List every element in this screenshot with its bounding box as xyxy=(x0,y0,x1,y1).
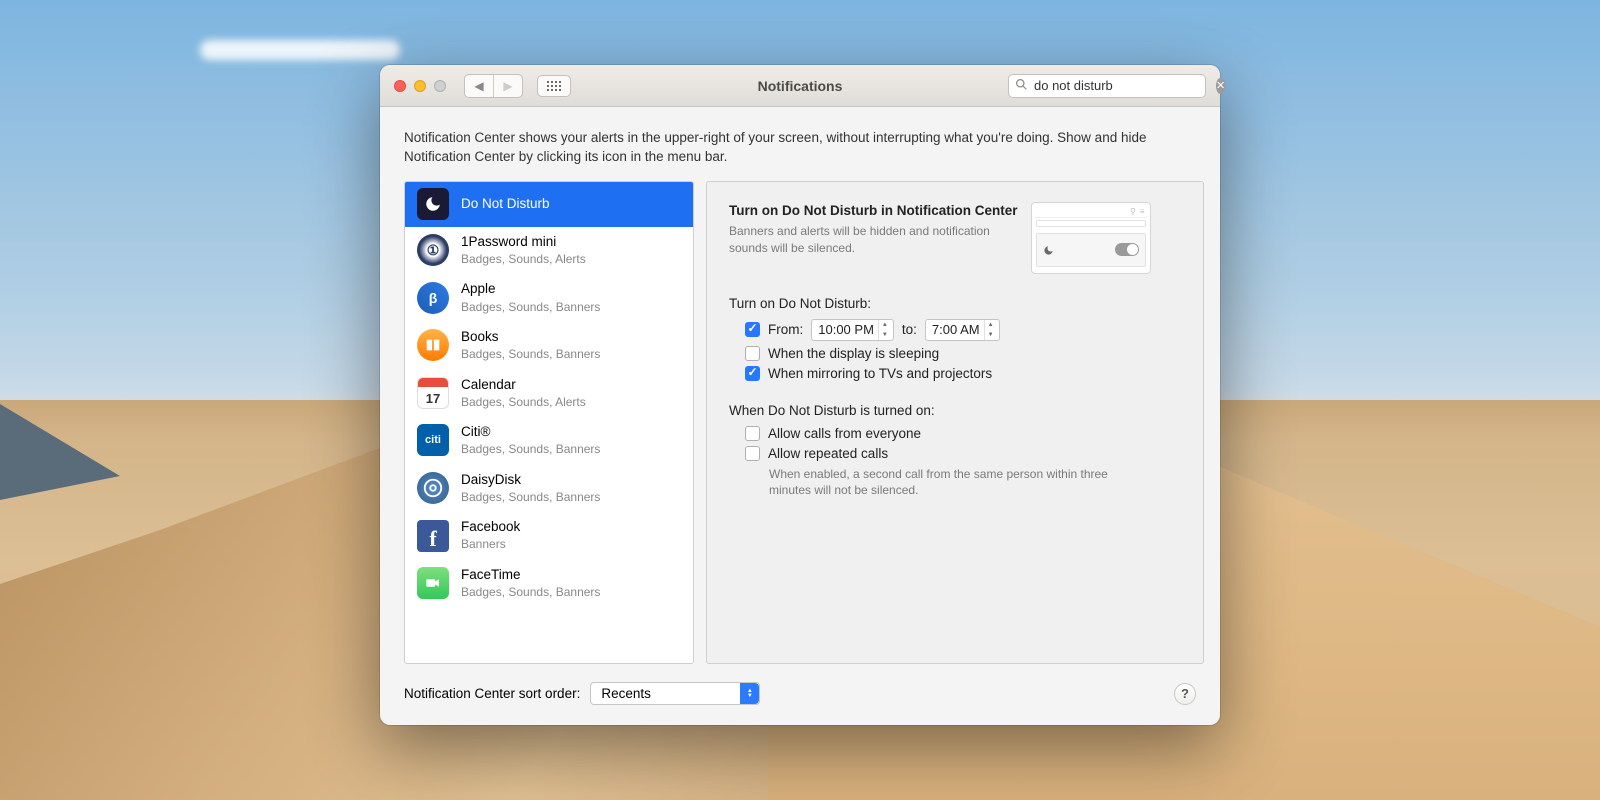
daisydisk-icon xyxy=(417,472,449,504)
detail-title: Turn on Do Not Disturb in Notification C… xyxy=(729,202,1017,220)
detail-subtitle: Banners and alerts will be hidden and no… xyxy=(729,223,1009,255)
sidebar-item-label: Books xyxy=(461,329,600,345)
sidebar-item-1password[interactable]: ① 1Password mini Badges, Sounds, Alerts xyxy=(405,227,693,275)
sidebar-item-sub: Badges, Sounds, Banners xyxy=(461,347,600,361)
section-turn-on: Turn on Do Not Disturb: xyxy=(729,296,1181,311)
dnd-preview-toggle xyxy=(1115,243,1139,256)
checkbox-schedule[interactable] xyxy=(745,322,760,337)
checkbox-display-sleeping[interactable] xyxy=(745,346,760,361)
grid-icon xyxy=(547,81,561,91)
list-mini-icon: ≡ xyxy=(1140,207,1145,216)
checkbox-allow-everyone[interactable] xyxy=(745,426,760,441)
sidebar-item-sub: Banners xyxy=(461,537,520,551)
checkbox-allow-repeated[interactable] xyxy=(745,446,760,461)
close-button[interactable] xyxy=(394,80,406,92)
sidebar-item-sub: Badges, Sounds, Alerts xyxy=(461,252,586,266)
sidebar-item-label: DaisyDisk xyxy=(461,472,600,488)
show-all-button[interactable] xyxy=(537,75,571,97)
select-arrows-icon: ▲▼ xyxy=(740,683,759,704)
magnify-mini-icon: ⚲ xyxy=(1130,207,1136,216)
content-area: Do Not Disturb ① 1Password mini Badges, S… xyxy=(380,181,1220,668)
search-icon xyxy=(1015,78,1028,94)
window-controls xyxy=(394,80,446,92)
sidebar-item-label: FaceTime xyxy=(461,567,600,583)
search-input[interactable] xyxy=(1034,78,1210,93)
sidebar-item-books[interactable]: Books Badges, Sounds, Banners xyxy=(405,322,693,370)
facebook-icon: f xyxy=(417,520,449,552)
from-label: From: xyxy=(768,322,803,337)
section-when-on: When Do Not Disturb is turned on: xyxy=(729,403,1181,418)
apple-beta-icon: β xyxy=(417,282,449,314)
to-label: to: xyxy=(902,322,917,337)
detail-panel: Turn on Do Not Disturb in Notification C… xyxy=(706,181,1204,664)
sidebar-item-label: Citi® xyxy=(461,424,600,440)
pane-description: Notification Center shows your alerts in… xyxy=(380,107,1220,181)
forward-button: ▶ xyxy=(494,75,522,97)
search-field[interactable]: ✕ xyxy=(1008,74,1206,98)
zoom-button xyxy=(434,80,446,92)
1password-icon: ① xyxy=(417,234,449,266)
sidebar-item-sub: Badges, Sounds, Banners xyxy=(461,490,600,504)
sidebar-item-citi[interactable]: citi Citi® Badges, Sounds, Banners xyxy=(405,417,693,465)
footer: Notification Center sort order: Recents … xyxy=(380,668,1220,725)
option-everyone-row: Allow calls from everyone xyxy=(745,426,1181,441)
option-schedule-row: From: 10:00 PM ▲▼ to: 7:00 AM ▲▼ xyxy=(745,319,1181,341)
sidebar-item-calendar[interactable]: 17 Calendar Badges, Sounds, Alerts xyxy=(405,370,693,418)
books-icon xyxy=(417,329,449,361)
facetime-icon xyxy=(417,567,449,599)
option-mirroring-row: When mirroring to TVs and projectors xyxy=(745,366,1181,381)
detail-header: Turn on Do Not Disturb in Notification C… xyxy=(729,202,1181,274)
sidebar-item-label: Calendar xyxy=(461,377,586,393)
sort-order-value: Recents xyxy=(601,686,651,701)
option-repeated-row: Allow repeated calls xyxy=(745,446,1181,461)
app-list[interactable]: Do Not Disturb ① 1Password mini Badges, S… xyxy=(404,181,694,664)
titlebar: ◀ ▶ Notifications ✕ xyxy=(380,65,1220,107)
moon-icon xyxy=(417,188,449,220)
sidebar-item-sub: Badges, Sounds, Banners xyxy=(461,585,600,599)
checkbox-mirroring[interactable] xyxy=(745,366,760,381)
sort-order-label: Notification Center sort order: xyxy=(404,686,580,701)
clear-search-button[interactable]: ✕ xyxy=(1216,78,1225,94)
from-time-field[interactable]: 10:00 PM ▲▼ xyxy=(811,319,894,341)
nav-back-forward: ◀ ▶ xyxy=(464,74,523,98)
window-title: Notifications xyxy=(758,78,843,94)
sidebar-item-label: Apple xyxy=(461,281,600,297)
sidebar-item-do-not-disturb[interactable]: Do Not Disturb xyxy=(405,182,693,227)
option-sleeping-label: When the display is sleeping xyxy=(768,346,939,361)
from-stepper[interactable]: ▲▼ xyxy=(878,320,891,340)
preferences-window: ◀ ▶ Notifications ✕ Notification Center … xyxy=(380,65,1220,725)
sidebar-item-label: 1Password mini xyxy=(461,234,586,250)
desktop-background-hill xyxy=(0,380,120,500)
sidebar-item-facetime[interactable]: FaceTime Badges, Sounds, Banners xyxy=(405,560,693,608)
sidebar-item-facebook[interactable]: f Facebook Banners xyxy=(405,512,693,560)
to-stepper[interactable]: ▲▼ xyxy=(984,320,997,340)
sidebar-item-sub: Badges, Sounds, Banners xyxy=(461,442,600,456)
sort-order-select[interactable]: Recents ▲▼ xyxy=(590,682,760,705)
option-repeated-label: Allow repeated calls xyxy=(768,446,888,461)
dnd-preview: ⚲≡ xyxy=(1031,202,1151,274)
help-button[interactable]: ? xyxy=(1174,683,1196,705)
to-time-value: 7:00 AM xyxy=(932,322,980,337)
from-time-value: 10:00 PM xyxy=(818,322,874,337)
citi-icon: citi xyxy=(417,424,449,456)
sidebar-item-sub: Badges, Sounds, Alerts xyxy=(461,395,586,409)
cloud-decoration xyxy=(200,40,400,60)
option-mirroring-label: When mirroring to TVs and projectors xyxy=(768,366,992,381)
sidebar-item-apple[interactable]: β Apple Badges, Sounds, Banners xyxy=(405,274,693,322)
sidebar-item-label: Facebook xyxy=(461,519,520,535)
option-everyone-label: Allow calls from everyone xyxy=(768,426,921,441)
repeated-hint: When enabled, a second call from the sam… xyxy=(769,466,1149,498)
moon-mini-icon xyxy=(1043,244,1054,255)
sidebar-item-sub: Badges, Sounds, Banners xyxy=(461,300,600,314)
option-sleeping-row: When the display is sleeping xyxy=(745,346,1181,361)
sidebar-item-daisydisk[interactable]: DaisyDisk Badges, Sounds, Banners xyxy=(405,465,693,513)
calendar-icon: 17 xyxy=(417,377,449,409)
to-time-field[interactable]: 7:00 AM ▲▼ xyxy=(925,319,1000,341)
sidebar-item-label: Do Not Disturb xyxy=(461,196,550,212)
back-button[interactable]: ◀ xyxy=(465,75,493,97)
minimize-button[interactable] xyxy=(414,80,426,92)
